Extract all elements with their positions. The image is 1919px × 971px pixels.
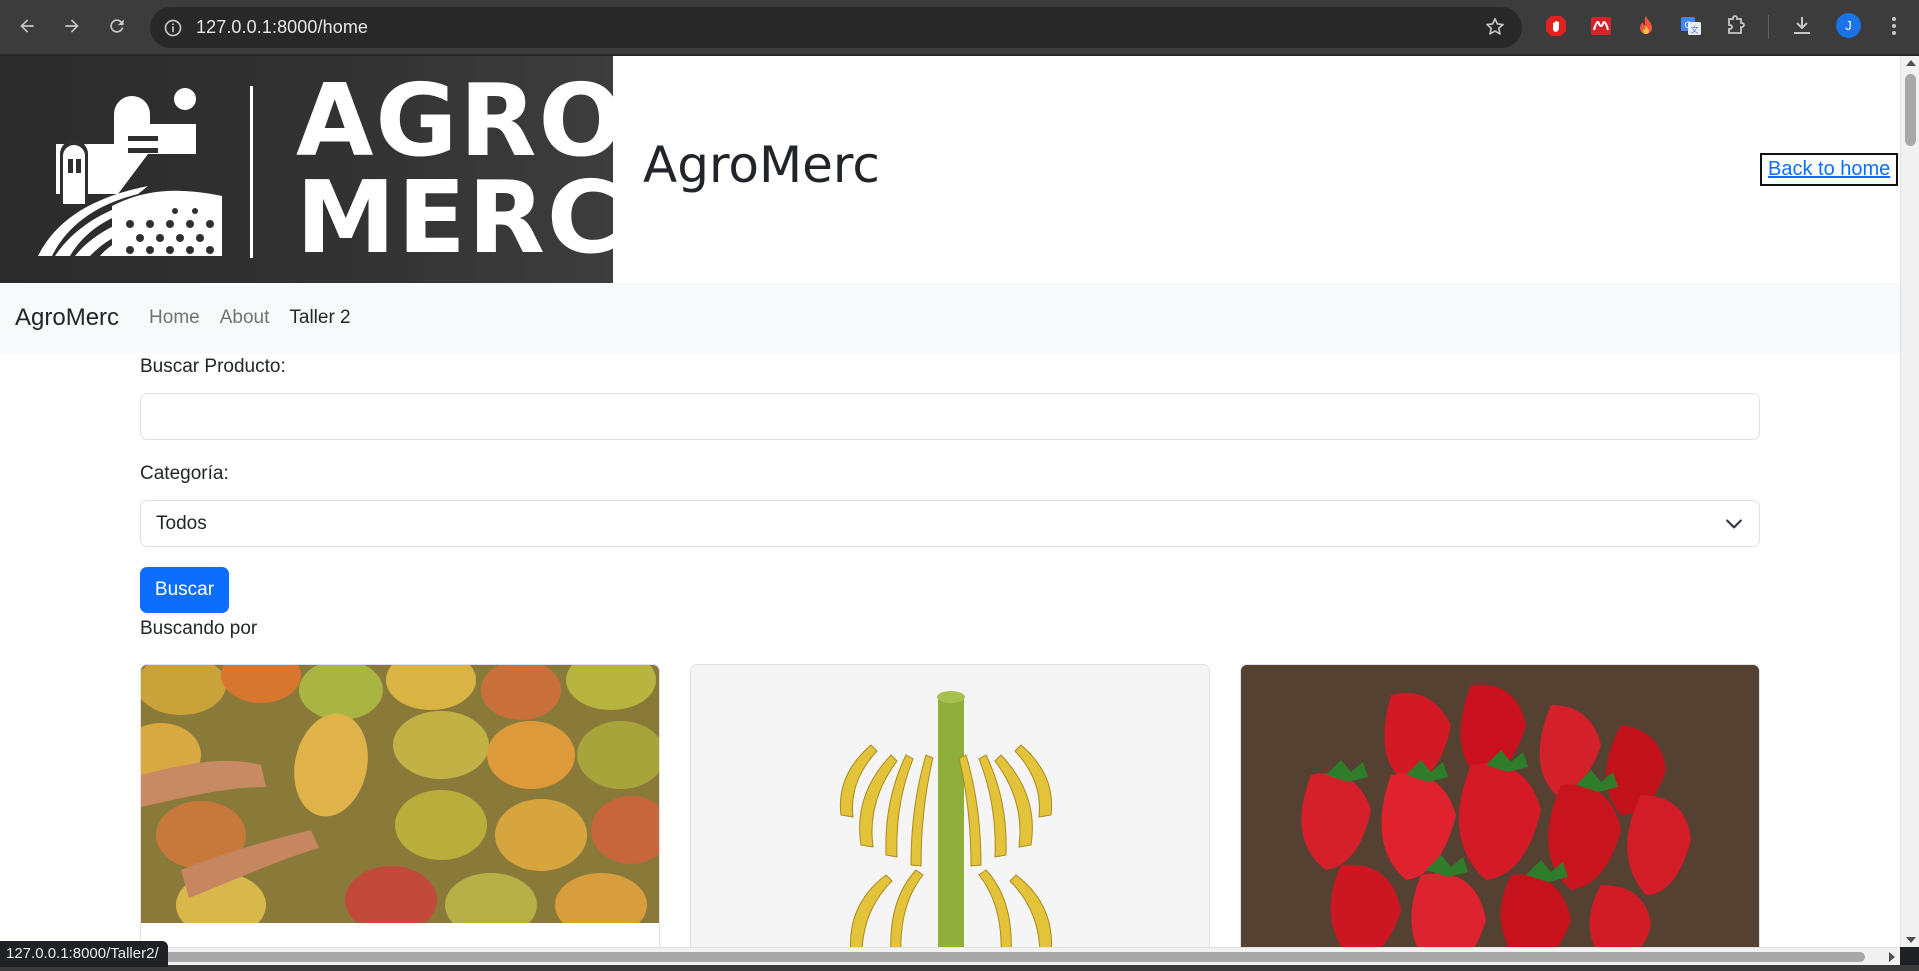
window-bottom-edge	[0, 965, 1919, 971]
product-search-label: Buscar Producto:	[140, 356, 286, 377]
back-arrow-icon[interactable]	[11, 10, 43, 42]
flame-extension-icon[interactable]	[1633, 13, 1659, 39]
site-title: AgroMerc	[643, 136, 880, 194]
product-card-strawberry[interactable]	[1240, 664, 1760, 947]
category-selected-value: Todos	[156, 512, 207, 534]
mango-photo	[141, 665, 659, 923]
category-label: Categoría:	[140, 463, 229, 484]
link-status-tooltip: 127.0.0.1:8000/Taller2/	[0, 941, 168, 967]
horizontal-scrollbar[interactable]	[0, 947, 1900, 965]
url-text[interactable]: 127.0.0.1:8000/home	[196, 17, 368, 38]
adblock-extension-icon[interactable]	[1543, 13, 1569, 39]
vertical-scrollbar[interactable]	[1900, 56, 1919, 947]
reload-icon[interactable]	[101, 10, 133, 42]
logo-wordmark-line2: MERC	[296, 159, 613, 276]
scroll-right-arrow-icon[interactable]	[1889, 952, 1895, 962]
agromerc-logo: AGRO MERC	[0, 56, 613, 283]
main-navbar: AgroMerc Home About Taller 2	[0, 283, 1900, 353]
mendeley-extension-icon[interactable]	[1588, 13, 1614, 39]
downloads-icon[interactable]	[1789, 13, 1815, 39]
product-search-input[interactable]	[140, 393, 1760, 440]
scroll-up-arrow-icon[interactable]	[1906, 60, 1916, 66]
searching-by-text: Buscando por	[140, 618, 258, 639]
forward-arrow-icon[interactable]	[56, 10, 88, 42]
site-info-icon[interactable]	[162, 17, 184, 39]
address-bar[interactable]: 127.0.0.1:8000/home	[150, 7, 1522, 48]
logo-wordmark-line1: AGRO	[296, 62, 613, 179]
kebab-menu-icon[interactable]	[1881, 13, 1907, 39]
profile-avatar[interactable]: J	[1836, 13, 1861, 38]
product-card-banana[interactable]	[690, 664, 1210, 947]
extensions-puzzle-icon[interactable]	[1723, 13, 1749, 39]
nav-link-home[interactable]: Home	[149, 307, 200, 329]
page-viewport: AGRO MERC AgroMerc Back to home AgroMerc…	[0, 56, 1900, 947]
banana-bunch-photo	[691, 665, 1209, 947]
horizontal-scroll-thumb[interactable]	[20, 952, 1865, 962]
chevron-down-icon	[1726, 519, 1742, 529]
strawberry-photo	[1241, 665, 1759, 947]
vertical-scroll-thumb[interactable]	[1905, 74, 1916, 146]
search-button[interactable]: Buscar	[140, 567, 229, 613]
google-translate-extension-icon[interactable]: G文	[1678, 13, 1704, 39]
toolbar-separator	[1768, 15, 1769, 39]
category-select[interactable]: Todos	[140, 500, 1760, 547]
product-card-mango[interactable]	[140, 664, 660, 947]
bookmark-star-icon[interactable]	[1484, 16, 1506, 38]
nav-link-about[interactable]: About	[220, 307, 270, 329]
browser-toolbar: 127.0.0.1:8000/home G文 J	[0, 0, 1919, 55]
back-to-home-link[interactable]: Back to home	[1760, 153, 1899, 186]
scroll-down-arrow-icon[interactable]	[1906, 937, 1916, 943]
nav-link-taller2[interactable]: Taller 2	[289, 307, 350, 329]
site-header: AGRO MERC AgroMerc Back to home	[0, 56, 1900, 283]
navbar-brand[interactable]: AgroMerc	[15, 304, 119, 332]
svg-text:文: 文	[1691, 25, 1699, 35]
